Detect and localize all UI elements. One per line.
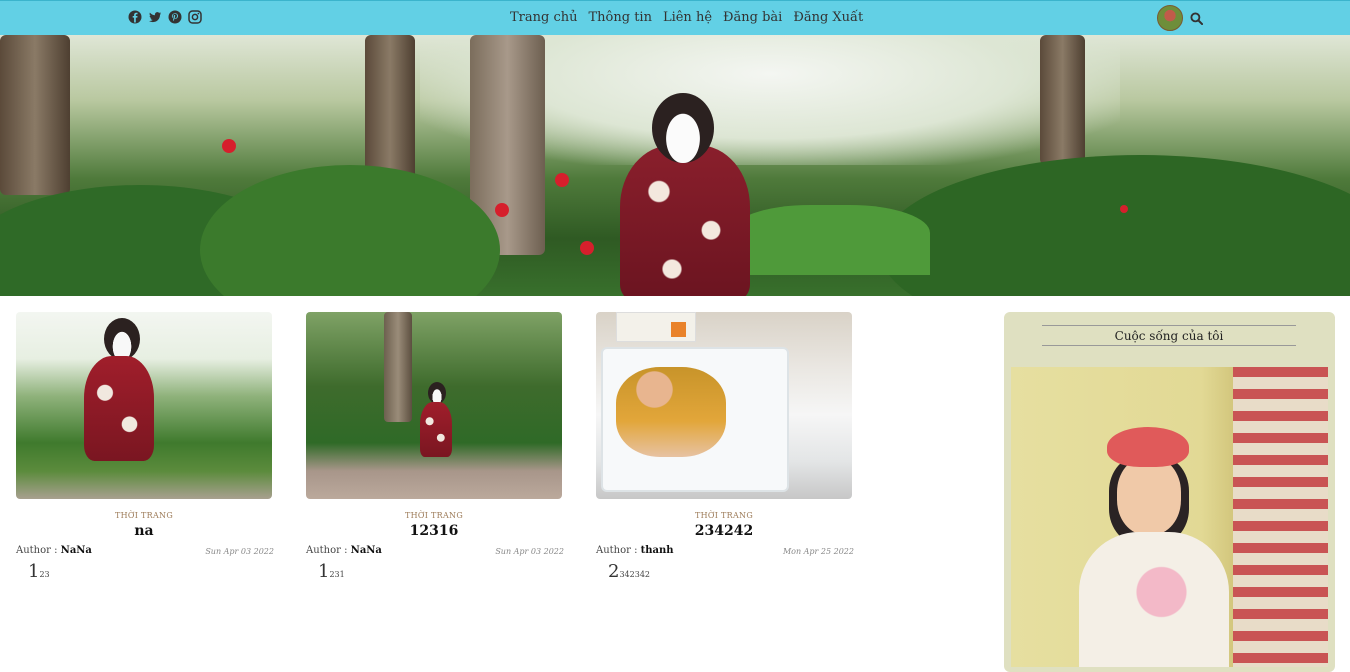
post-category[interactable]: THỜI TRANG	[306, 511, 562, 520]
social-links	[128, 10, 202, 24]
sidebar-title: Cuộc sống của tôi	[1042, 325, 1296, 346]
post-title[interactable]: na	[16, 523, 272, 539]
post-card[interactable]: THỜI TRANG 234242 Author : thanh Mon Apr…	[596, 312, 854, 582]
user-avatar[interactable]	[1157, 5, 1183, 31]
hero-banner-image	[0, 35, 1350, 296]
sidebar-about-widget: Cuộc sống của tôi	[1004, 312, 1335, 672]
post-thumbnail[interactable]	[596, 312, 852, 499]
sidebar-profile-photo	[1011, 367, 1328, 667]
post-date: Sun Apr 03 2022	[495, 547, 564, 556]
post-title[interactable]: 234242	[596, 523, 852, 539]
nav-link-logout[interactable]: Đăng Xuất	[793, 10, 863, 25]
post-date: Mon Apr 25 2022	[782, 547, 854, 556]
post-thumbnail[interactable]	[16, 312, 272, 499]
post-category[interactable]: THỜI TRANG	[596, 511, 852, 520]
top-navbar: Trang chủ Thông tin Liên hệ Đăng bài Đăn…	[0, 0, 1350, 35]
pinterest-icon[interactable]	[168, 10, 182, 24]
nav-link-home[interactable]: Trang chủ	[510, 10, 578, 25]
facebook-icon[interactable]	[128, 10, 142, 24]
post-author: Author : NaNa	[16, 545, 92, 556]
instagram-icon[interactable]	[188, 10, 202, 24]
post-title[interactable]: 12316	[306, 523, 562, 539]
nav-link-contact[interactable]: Liên hệ	[663, 10, 712, 25]
post-card[interactable]: THỜI TRANG na Author : NaNa Sun Apr 03 2…	[16, 312, 274, 582]
post-author: Author : NaNa	[306, 545, 382, 556]
nav-link-about[interactable]: Thông tin	[589, 10, 652, 25]
post-date: Sun Apr 03 2022	[205, 547, 274, 556]
nav-link-new-post[interactable]: Đăng bài	[723, 10, 782, 25]
post-excerpt: 1231	[318, 561, 345, 582]
search-icon[interactable]	[1190, 12, 1203, 25]
post-author: Author : thanh	[596, 545, 674, 556]
post-category[interactable]: THỜI TRANG	[16, 511, 272, 520]
main-nav: Trang chủ Thông tin Liên hệ Đăng bài Đăn…	[510, 10, 863, 25]
post-excerpt: 123	[28, 561, 50, 582]
post-thumbnail[interactable]	[306, 312, 562, 499]
post-excerpt: 2342342	[608, 561, 650, 582]
twitter-icon[interactable]	[148, 10, 162, 24]
post-card[interactable]: THỜI TRANG 12316 Author : NaNa Sun Apr 0…	[306, 312, 564, 582]
